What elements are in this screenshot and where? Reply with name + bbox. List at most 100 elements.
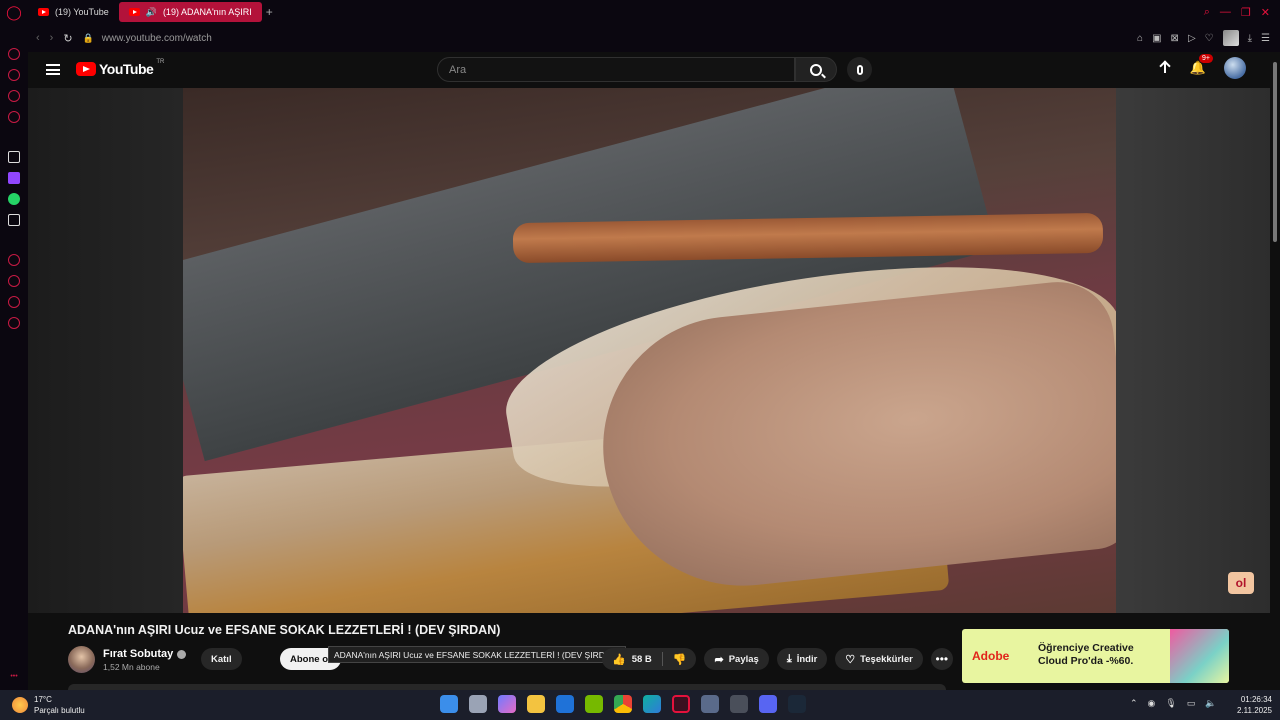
player-icon[interactable]: ▷ — [1188, 33, 1196, 44]
snapshot-icon[interactable]: ▣ — [1152, 33, 1161, 44]
app-gear-icon[interactable] — [701, 695, 719, 713]
youtube-wordmark: YouTube — [99, 61, 154, 77]
tray-app-icon[interactable]: ◉ — [1148, 698, 1156, 709]
video-player[interactable]: ol — [28, 88, 1270, 613]
like-count: 58 B — [631, 653, 652, 665]
microphone-tray-icon[interactable]: 🎙 — [1165, 698, 1176, 709]
twitch-icon[interactable] — [8, 172, 20, 184]
channel-watermark[interactable]: ol — [1228, 572, 1254, 594]
url-field[interactable]: www.youtube.com/watch — [102, 33, 212, 44]
windows-taskbar: 17°C Parçalı bulutlu ⌃ ◉ 🎙 ▭ 🔈 01:26:34 … — [0, 690, 1280, 720]
adobe-ad-banner[interactable]: Adobe Öğrenciye Creative Cloud Pro'da -%… — [962, 629, 1229, 683]
back-icon[interactable]: ‹ — [36, 32, 40, 44]
tab-youtube[interactable]: (19) YouTube — [28, 2, 119, 22]
weather-text: 17°C Parçalı bulutlu — [34, 694, 85, 716]
opera-gx-taskbar-icon[interactable] — [672, 695, 690, 713]
x-twitter-icon[interactable] — [8, 214, 20, 226]
reload-icon[interactable]: ↻ — [63, 32, 72, 45]
minimize-icon[interactable]: — — [1220, 6, 1231, 19]
search-input[interactable] — [438, 58, 794, 81]
create-upload-icon[interactable] — [1158, 61, 1172, 75]
weather-widget[interactable]: 17°C Parçalı bulutlu — [12, 694, 85, 716]
join-button[interactable]: Katıl — [201, 648, 242, 670]
tab-label: (19) YouTube — [55, 7, 109, 17]
scrollbar-thumb[interactable] — [1273, 62, 1277, 242]
tray-expand-icon[interactable]: ⌃ — [1130, 698, 1138, 709]
thanks-button[interactable]: ♡ Teşekkürler — [835, 648, 923, 670]
page-scrollbar[interactable] — [1270, 52, 1280, 690]
system-tray: ⌃ ◉ 🎙 ▭ 🔈 — [1130, 698, 1217, 709]
youtube-logo[interactable]: YouTube TR — [76, 59, 164, 77]
youtube-page: YouTube TR 🔔 9+ — [28, 52, 1270, 690]
speaker-icon[interactable]: 🔊 — [146, 7, 157, 18]
vpn-icon[interactable]: ⊠ — [1171, 33, 1179, 44]
copilot-icon[interactable] — [498, 695, 516, 713]
heart-icon[interactable]: ♡ — [1205, 33, 1214, 44]
volume-icon[interactable]: 🔈 — [1205, 698, 1216, 709]
aria-icon[interactable] — [8, 151, 20, 163]
weather-condition: Parçalı bulutlu — [34, 706, 85, 715]
settings-gear-icon[interactable] — [8, 317, 20, 329]
share-label: Paylaş — [728, 653, 759, 665]
more-actions-button[interactable]: ••• — [930, 648, 953, 670]
like-dislike-group: 👍 58 B 👎 — [602, 648, 697, 670]
date: 2.11.2025 — [1237, 706, 1272, 715]
music-icon[interactable] — [8, 254, 20, 266]
clock[interactable]: 01:26:34 2.11.2025 — [1226, 694, 1272, 716]
notifications-bell-icon[interactable]: 🔔 9+ — [1190, 54, 1213, 76]
outlook-icon[interactable] — [556, 695, 574, 713]
gx-control-icon[interactable] — [8, 48, 20, 60]
voice-search-button[interactable] — [847, 57, 872, 82]
whatsapp-icon[interactable] — [8, 193, 20, 205]
chrome-icon[interactable] — [614, 695, 632, 713]
file-explorer-icon[interactable] — [527, 695, 545, 713]
thumbs-up-icon: 👍 — [612, 653, 626, 666]
share-button[interactable]: ➦ Paylaş — [704, 648, 769, 670]
sidebar-more-icon[interactable]: ••• — [10, 673, 17, 680]
tab-video-active[interactable]: 🔊 (19) ADANA'nın AŞIRI — [118, 2, 262, 22]
video-frame[interactable] — [183, 88, 1116, 613]
discord-icon[interactable] — [759, 695, 777, 713]
gx-player-icon[interactable] — [8, 90, 20, 102]
search-box — [437, 57, 795, 82]
new-tab-button[interactable]: + — [266, 5, 273, 19]
subscriber-count: 1,52 Mn abone — [103, 662, 160, 672]
like-button[interactable]: 👍 58 B — [602, 648, 662, 670]
steam-icon[interactable] — [788, 695, 806, 713]
search-tabs-icon[interactable]: ⌕ — [1204, 6, 1210, 19]
menu-icon[interactable] — [46, 64, 60, 75]
tab-label: (19) ADANA'nın AŞIRI — [162, 7, 252, 17]
video-title: ADANA'nın AŞIRI Ucuz ve EFSANE SOKAK LEZ… — [68, 623, 501, 637]
address-bar: ‹ › ↻ 🔒 www.youtube.com/watch ⌂ ▣ ⊠ ▷ ♡ … — [28, 24, 1280, 52]
profile-extension-icon[interactable] — [1222, 30, 1239, 46]
extensions-icon[interactable] — [8, 296, 20, 308]
channel-name-text[interactable]: Fırat Sobutay — [103, 648, 173, 660]
download-icon[interactable]: ⤓ — [1248, 33, 1252, 44]
edge-icon[interactable] — [643, 695, 661, 713]
forward-icon[interactable]: › — [50, 32, 54, 44]
channel-avatar[interactable] — [68, 646, 95, 673]
nvidia-icon[interactable] — [585, 695, 603, 713]
channel-name[interactable]: Fırat Sobutay — [103, 648, 187, 660]
temperature: 17°C — [34, 695, 52, 704]
task-view-icon[interactable] — [469, 695, 487, 713]
bookmark-icon[interactable]: ⌂ — [1137, 33, 1143, 44]
header-actions: 🔔 9+ — [1158, 54, 1246, 79]
share-arrow-icon: ➦ — [714, 653, 724, 666]
browser-sidebar: ••• — [0, 24, 28, 690]
search-button[interactable] — [795, 57, 837, 82]
app-spinner-icon[interactable] — [730, 695, 748, 713]
display-icon[interactable]: ▭ — [1187, 698, 1196, 709]
history-icon[interactable] — [8, 275, 20, 287]
easy-setup-icon[interactable]: ☰ — [1261, 33, 1270, 44]
maximize-icon[interactable]: ❐ — [1241, 6, 1251, 19]
gx-hotkeys-icon[interactable] — [8, 111, 20, 123]
windows-start-icon[interactable] — [440, 695, 458, 713]
close-icon[interactable]: ✕ — [1261, 6, 1270, 19]
lock-icon[interactable]: 🔒 — [83, 33, 94, 44]
dislike-button[interactable]: 👎 — [663, 648, 697, 670]
gx-corner-icon[interactable] — [8, 69, 20, 81]
account-avatar[interactable] — [1224, 57, 1246, 79]
download-button[interactable]: ⤓ İndir — [776, 648, 828, 670]
opera-gx-logo-icon[interactable]: ◯ — [0, 0, 28, 24]
